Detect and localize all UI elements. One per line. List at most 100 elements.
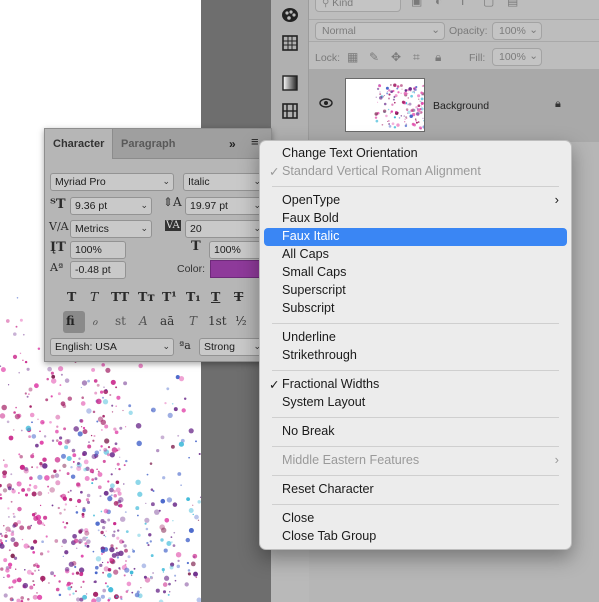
filter-adjustment-icon[interactable]: ◐	[435, 0, 442, 8]
gradient-icon[interactable]	[279, 72, 301, 94]
tab-character[interactable]: Character	[45, 129, 113, 159]
menu-item-no-break[interactable]: No Break	[264, 423, 567, 441]
color-swatch[interactable]	[210, 260, 260, 278]
menu-item-close-tab-group[interactable]: Close Tab Group	[264, 528, 567, 546]
small-caps-button[interactable]: Tт	[138, 289, 155, 304]
filter-smart-icon[interactable]: ▤	[507, 0, 518, 8]
menu-item-opentype[interactable]: OpenType ›	[264, 192, 567, 210]
splash-particle	[124, 567, 130, 573]
ordinals-button[interactable]: 1st	[208, 314, 227, 328]
vertical-scale-field[interactable]: 100%	[70, 241, 126, 259]
splash-particle	[102, 414, 105, 418]
menu-item-system-layout[interactable]: System Layout	[264, 394, 567, 412]
splash-particle	[31, 421, 33, 424]
faux-italic-button[interactable]: T	[90, 289, 98, 304]
splash-particle	[188, 456, 190, 459]
character-panel-tabs: Character Paragraph » ≡	[45, 129, 271, 159]
splash-particle	[82, 594, 88, 600]
splash-particle	[105, 367, 111, 373]
splash-particle	[35, 443, 39, 448]
splash-particle	[123, 381, 128, 386]
lock-transparent-icon[interactable]: ▦	[347, 50, 358, 64]
splash-particle	[84, 542, 88, 545]
opacity-label: Opacity:	[449, 25, 488, 37]
fractions-button[interactable]: ½	[235, 314, 247, 328]
splash-particle	[133, 567, 136, 570]
splash-particle	[80, 554, 84, 558]
menu-item-change-text-orientation[interactable]: Change Text Orientation	[264, 145, 567, 163]
menu-item-faux-italic[interactable]: Faux Italic	[264, 228, 567, 246]
splash-particle	[166, 541, 172, 546]
discretionary-ligatures-button[interactable]: ℴ	[92, 314, 98, 328]
filter-kind-select[interactable]: ⚲ Kind	[315, 0, 401, 12]
font-style-select[interactable]: Italic ⌄	[183, 173, 265, 191]
font-size-field[interactable]: 9.36 pt ⌄	[70, 197, 152, 215]
menu-item-close[interactable]: Close	[264, 510, 567, 528]
ligatures-button[interactable]: fi	[63, 311, 85, 333]
blend-mode-select[interactable]: Normal ⌄	[315, 22, 445, 40]
opacity-field[interactable]: 100% ⌄	[492, 22, 542, 40]
filter-image-icon[interactable]: ▣	[411, 0, 422, 8]
tracking-field[interactable]: 20 ⌄	[185, 220, 265, 238]
eye-icon[interactable]	[319, 98, 333, 108]
splash-particle	[12, 524, 16, 528]
antialias-select[interactable]: Strong ⌄	[199, 338, 265, 356]
superscript-button[interactable]: T¹	[162, 289, 177, 304]
contextual-alternates-button[interactable]: aā	[160, 314, 174, 328]
splash-particle	[163, 548, 168, 553]
thumbnail-particle	[404, 124, 408, 128]
horizontal-scale-field[interactable]: 100%	[209, 241, 265, 259]
filter-type-icon[interactable]: T	[459, 0, 466, 8]
splash-particle	[1, 404, 7, 411]
splash-particle	[97, 470, 100, 473]
font-family-select[interactable]: Myriad Pro ⌄	[50, 173, 174, 191]
stylistic-alternates-button[interactable]: st	[115, 314, 126, 328]
menu-item-middle-eastern-features[interactable]: Middle Eastern Features ›	[264, 452, 567, 470]
menu-item-standard-vertical-roman-alignment[interactable]: ✓ Standard Vertical Roman Alignment	[264, 163, 567, 181]
leading-field[interactable]: 19.97 pt ⌄	[185, 197, 265, 215]
faux-bold-button[interactable]: T	[67, 289, 76, 304]
lock-brush-icon[interactable]: ✎	[369, 50, 379, 64]
strikethrough-button[interactable]: T	[234, 289, 243, 304]
splash-particle	[84, 476, 90, 481]
menu-item-superscript[interactable]: Superscript	[264, 282, 567, 300]
layer-row-background[interactable]: Background 🔒︎	[309, 70, 599, 142]
menu-item-reset-character[interactable]: Reset Character	[264, 481, 567, 499]
menu-item-fractional-widths[interactable]: ✓ Fractional Widths	[264, 376, 567, 394]
menu-item-subscript[interactable]: Subscript	[264, 300, 567, 318]
grid-icon[interactable]	[279, 32, 301, 54]
menu-item-faux-bold[interactable]: Faux Bold	[264, 210, 567, 228]
menu-item-underline[interactable]: Underline	[264, 329, 567, 347]
kerning-select[interactable]: Metrics ⌄	[70, 220, 152, 238]
splash-particle	[107, 453, 110, 457]
splash-particle	[172, 520, 174, 522]
lock-artboard-icon[interactable]: ⌗	[413, 50, 420, 65]
thumbnail-particle	[381, 123, 384, 126]
adjustment-icon[interactable]	[279, 100, 301, 122]
fill-field[interactable]: 100% ⌄	[492, 48, 542, 66]
menu-item-all-caps[interactable]: All Caps	[264, 246, 567, 264]
language-select[interactable]: English: USA ⌄	[50, 338, 174, 356]
splash-particle	[58, 366, 64, 372]
baseline-shift-field[interactable]: -0.48 pt	[70, 261, 126, 279]
underline-button[interactable]: T	[211, 289, 220, 304]
splash-particle	[0, 496, 3, 500]
lock-all-icon[interactable]: 🔒︎	[435, 50, 441, 65]
menu-item-strikethrough[interactable]: Strikethrough	[264, 347, 567, 365]
subscript-button[interactable]: T₁	[186, 289, 201, 304]
collapse-icon[interactable]: »	[229, 137, 236, 151]
filter-shape-icon[interactable]: ▢	[483, 0, 494, 8]
lock-move-icon[interactable]: ✥	[391, 50, 401, 64]
all-caps-button[interactable]: TT	[111, 289, 129, 304]
tracking-value: 20	[190, 223, 202, 235]
palette-icon[interactable]	[279, 4, 301, 26]
splash-particle	[58, 469, 61, 472]
swash-button[interactable]: A	[139, 314, 148, 328]
splash-particle	[0, 367, 6, 373]
panel-menu-icon[interactable]: ≡	[251, 134, 259, 149]
thumbnail-particle	[424, 110, 425, 112]
splash-particle	[128, 410, 133, 415]
tab-paragraph[interactable]: Paragraph	[113, 129, 183, 159]
titling-alternates-button[interactable]: T	[189, 314, 197, 328]
menu-item-small-caps[interactable]: Small Caps	[264, 264, 567, 282]
